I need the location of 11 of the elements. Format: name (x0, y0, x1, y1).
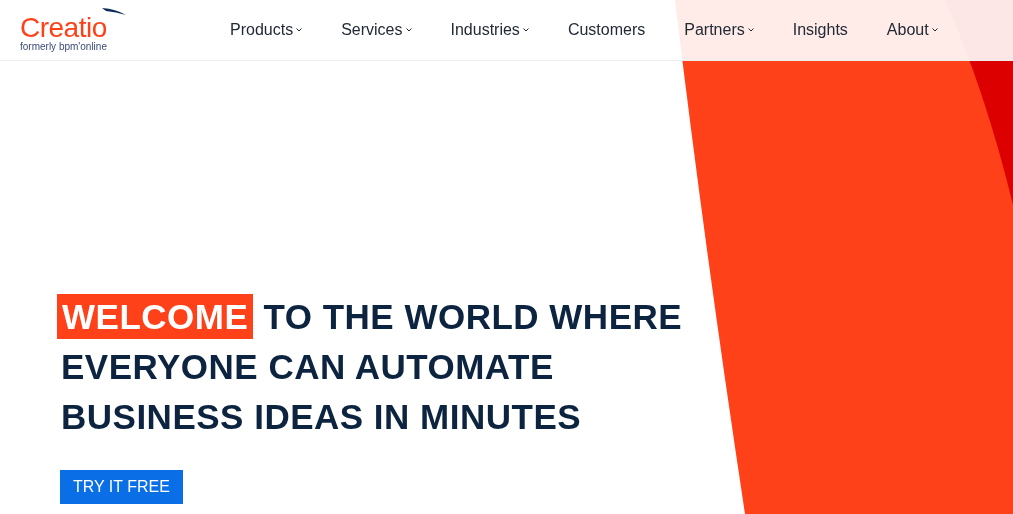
logo-tagline: formerly bpm'online (20, 40, 108, 53)
nav-link[interactable]: Customers (567, 18, 646, 42)
swoosh-icon (102, 7, 126, 15)
nav-link[interactable]: Industries (450, 18, 529, 42)
try-free-button[interactable]: TRY IT FREE (60, 470, 183, 504)
nav-link[interactable]: Products (230, 18, 303, 42)
nav-link[interactable]: Partners (684, 18, 754, 42)
nav-link[interactable]: Services (341, 18, 412, 42)
nav-link[interactable]: Insights (792, 18, 848, 42)
headline: WELCOME TO THE WORLD WHERE EVERYONE CAN AUTOMATE BUSINESS IDEAS IN MINUTES (57, 292, 737, 442)
nav-link[interactable]: About (886, 18, 938, 42)
